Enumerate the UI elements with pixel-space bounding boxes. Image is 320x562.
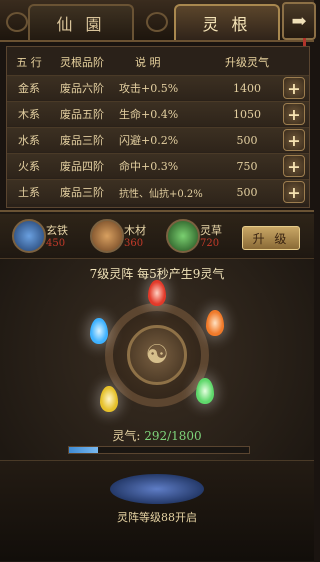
row-grade: 废品三阶 bbox=[60, 134, 104, 147]
iron-icon bbox=[12, 219, 46, 253]
table-row: 水系 废品三阶 闪避+0.2% 500 + bbox=[7, 127, 309, 152]
cloud-ornament-icon bbox=[6, 12, 28, 32]
table-row: 火系 废品四阶 命中+0.3% 750 + bbox=[7, 153, 309, 178]
row-cost: 500 bbox=[236, 185, 258, 199]
resource-value: 450 bbox=[46, 238, 66, 249]
cloud-ornament-icon bbox=[146, 12, 168, 32]
resource-name: 灵草 bbox=[200, 224, 222, 237]
array-platform-icon[interactable] bbox=[110, 474, 204, 504]
tab-garden[interactable]: 仙 園 bbox=[28, 4, 134, 40]
qi-label: 灵气: bbox=[112, 429, 141, 443]
row-grade: 废品三阶 bbox=[60, 186, 104, 199]
resource-value: 720 bbox=[200, 238, 220, 249]
tab-spirit-root[interactable]: 灵 根 bbox=[174, 4, 280, 40]
row-desc: 生命+0.4% bbox=[119, 108, 179, 121]
row-grade: 废品五阶 bbox=[60, 108, 104, 121]
row-element: 金系 bbox=[18, 82, 40, 95]
header-cost: 升级灵气 bbox=[225, 56, 269, 69]
table-row: 木系 废品五阶 生命+0.4% 1050 + bbox=[7, 101, 309, 126]
table-row: 金系 废品六阶 攻击+0.5% 1400 + bbox=[7, 75, 309, 100]
row-grade: 废品四阶 bbox=[60, 160, 104, 173]
resource-name: 玄铁 bbox=[46, 224, 68, 237]
row-cost: 750 bbox=[236, 159, 258, 173]
row-desc: 抗性、仙抗+0.2% bbox=[119, 188, 203, 200]
resource-name: 木材 bbox=[124, 224, 146, 237]
upgrade-button[interactable]: 升 级 bbox=[242, 226, 300, 250]
table-header: 五 行 灵根品阶 说 明 升级灵气 bbox=[7, 51, 309, 73]
unlock-text: 灵阵等级88开启 bbox=[117, 511, 197, 524]
wood-icon bbox=[90, 219, 124, 253]
qi-value: 292/1800 bbox=[144, 429, 202, 443]
header-desc: 说 明 bbox=[135, 56, 161, 69]
plus-button[interactable]: + bbox=[283, 129, 305, 151]
fire-flame-icon bbox=[206, 310, 224, 336]
row-element: 水系 bbox=[18, 134, 40, 147]
plus-button[interactable]: + bbox=[283, 155, 305, 177]
row-cost: 1050 bbox=[233, 107, 261, 121]
header-grade: 灵根品阶 bbox=[60, 56, 104, 69]
yin-yang-icon: ☯ bbox=[127, 325, 187, 385]
row-element: 火系 bbox=[18, 160, 40, 173]
arrow-right-icon: ➡ bbox=[291, 10, 307, 32]
row-element: 土系 bbox=[18, 186, 40, 199]
earth-flame-icon bbox=[100, 386, 118, 412]
spirit-root-table: 五 行 灵根品阶 说 明 升级灵气 金系 废品六阶 攻击+0.5% 1400 +… bbox=[6, 46, 310, 208]
wood-flame-icon bbox=[196, 378, 214, 404]
row-element: 木系 bbox=[18, 108, 40, 121]
row-desc: 闪避+0.2% bbox=[119, 134, 179, 147]
row-desc: 攻击+0.5% bbox=[119, 82, 179, 95]
row-cost: 1400 bbox=[233, 81, 261, 95]
next-arrow-button[interactable]: ➡ bbox=[282, 2, 316, 40]
qi-readout: 灵气: 292/1800 bbox=[0, 427, 314, 444]
water-flame-icon bbox=[90, 318, 108, 344]
qi-progress-bar bbox=[68, 446, 250, 454]
row-desc: 命中+0.3% bbox=[119, 160, 179, 173]
plus-button[interactable]: + bbox=[283, 181, 305, 203]
resource-value: 360 bbox=[124, 238, 144, 249]
header-element: 五 行 bbox=[16, 56, 42, 69]
plus-button[interactable]: + bbox=[283, 103, 305, 125]
qi-progress-fill bbox=[69, 447, 99, 453]
row-grade: 废品六阶 bbox=[60, 82, 104, 95]
herb-icon bbox=[166, 219, 200, 253]
row-cost: 500 bbox=[236, 133, 258, 147]
plus-button[interactable]: + bbox=[283, 77, 305, 99]
metal-flame-icon bbox=[148, 280, 166, 306]
table-row: 土系 废品三阶 抗性、仙抗+0.2% 500 + bbox=[7, 179, 309, 204]
